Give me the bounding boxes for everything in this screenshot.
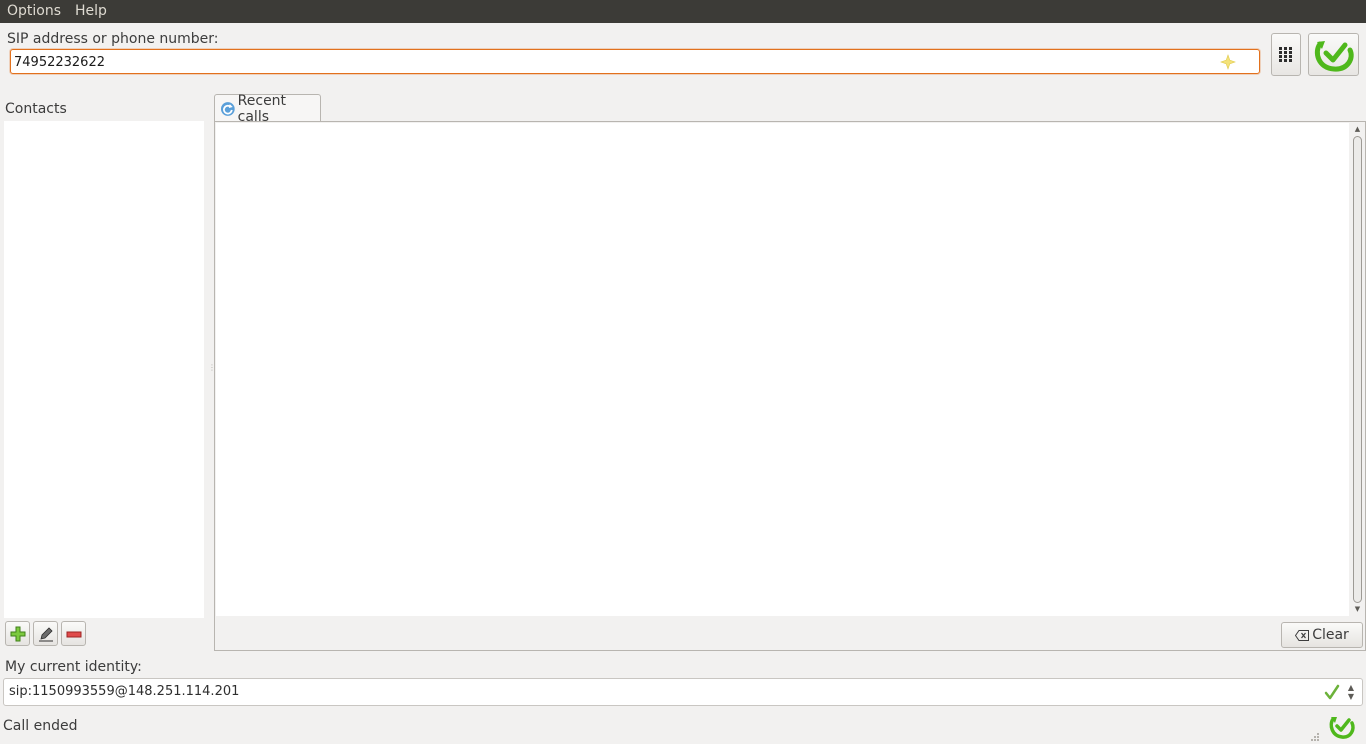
scroll-up-arrow-icon[interactable]: ▲ [1353,125,1362,134]
backspace-icon [1295,629,1310,641]
recent-calls-scrollbar[interactable]: ▲ ▼ [1351,123,1364,616]
checkmark-icon [1323,683,1341,701]
add-contact-button[interactable] [5,621,30,646]
contacts-label: Contacts [5,101,67,117]
menu-options[interactable]: Options [0,0,68,23]
sip-address-input[interactable] [14,53,1214,71]
pencil-icon [38,626,53,641]
dialpad-button[interactable] [1271,33,1301,76]
recent-calls-panel: ▲ ▼ Clear [214,121,1366,651]
favorite-star-icon[interactable] [1219,53,1237,71]
identity-label: My current identity: [5,659,142,675]
tab-recent-calls-label: Recent calls [237,92,287,125]
clear-button[interactable]: Clear [1281,622,1363,648]
sip-address-label: SIP address or phone number: [7,31,219,47]
linphone-logo-icon [1328,714,1356,740]
contacts-list[interactable] [4,121,204,618]
menu-help[interactable]: Help [68,0,114,23]
sip-address-field[interactable] [10,49,1260,74]
edit-contact-button[interactable] [33,621,58,646]
refresh-icon [220,101,235,116]
menu-bar: Options Help [0,0,1366,23]
combo-arrows-icon[interactable]: ▲ ▼ [1346,683,1356,703]
pane-splitter-grip[interactable]: ⋮ [208,364,216,378]
tab-recent-calls[interactable]: Recent calls [214,92,321,125]
status-text: Call ended [3,718,78,734]
identity-value: sip:1150993559@148.251.114.201 [9,684,240,699]
scroll-thumb[interactable] [1353,136,1362,603]
window-resize-grip-icon[interactable] [1306,731,1320,743]
remove-contact-button[interactable] [61,621,86,646]
clear-button-label: Clear [1312,627,1349,643]
scroll-down-arrow-icon[interactable]: ▼ [1353,605,1362,614]
call-green-arrow-icon [1314,40,1354,72]
plus-icon [10,626,25,641]
minus-icon [66,631,81,637]
call-button[interactable] [1308,33,1359,76]
identity-combobox[interactable]: sip:1150993559@148.251.114.201 ▲ ▼ [3,678,1363,706]
recent-calls-list[interactable] [216,123,1349,616]
dialpad-grid-icon [1279,46,1292,62]
